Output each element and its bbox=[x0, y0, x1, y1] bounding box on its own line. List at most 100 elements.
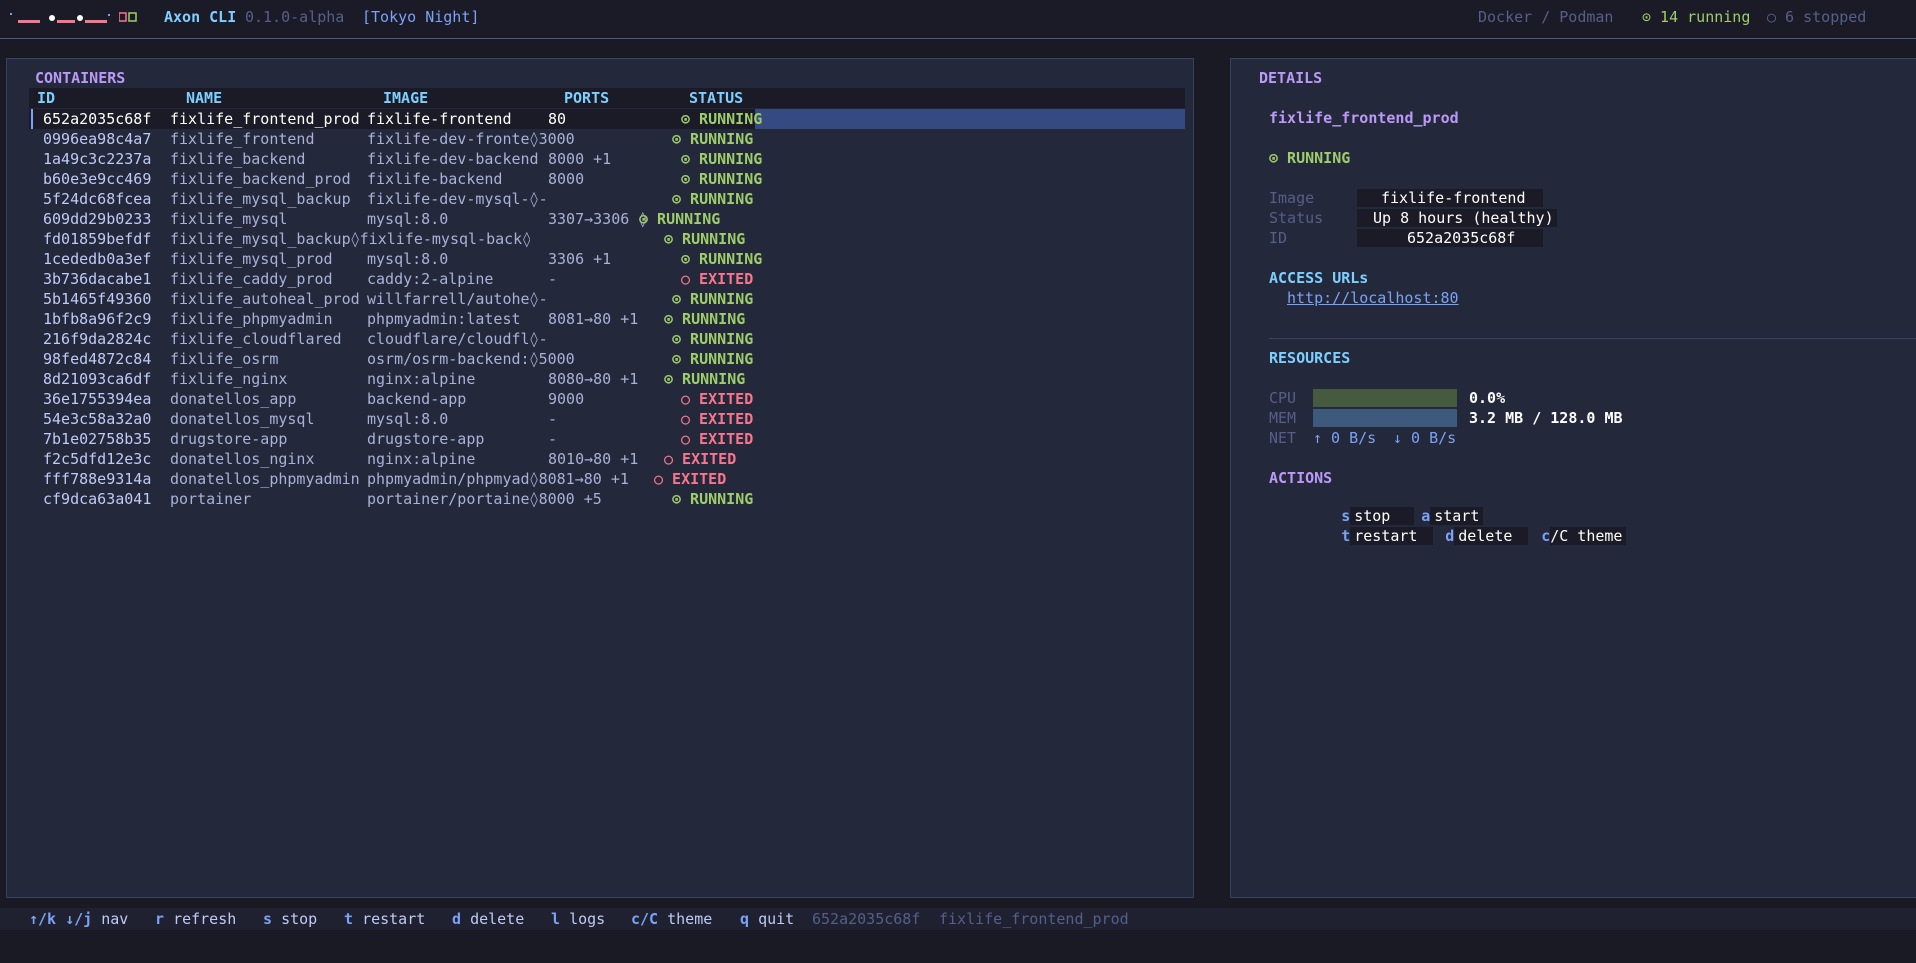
access-url-link[interactable]: http://localhost:80 bbox=[1287, 289, 1459, 307]
table-row[interactable]: cf9dca63a041 portainer portainer/portaine◊… bbox=[29, 489, 1185, 509]
cell-image: fixlife-frontend bbox=[367, 110, 512, 128]
cell-status: ⊙ RUNNING bbox=[681, 250, 763, 268]
cell-image: nginx:alpine bbox=[367, 370, 476, 388]
cell-id: 3b736dacabe1 bbox=[43, 270, 152, 288]
cell-status: ○ EXITED bbox=[664, 450, 737, 468]
cell-name: fixlife_osrm bbox=[170, 350, 279, 368]
cell-id: 8d21093ca6df bbox=[43, 370, 152, 388]
col-id[interactable]: ID bbox=[37, 89, 55, 107]
cell-status: ⊙ RUNNING bbox=[681, 150, 763, 168]
table-row[interactable]: 1a49c3c2237a fixlife_backend fixlife-dev-b… bbox=[29, 149, 1185, 169]
table-row[interactable]: 652a2035c68f fixlife_frontend_prod fixlife… bbox=[29, 109, 1185, 129]
table-row[interactable]: b60e3e9cc469 fixlife_backend_prod fixlife-… bbox=[29, 169, 1185, 189]
access-urls-title: ACCESS URLs bbox=[1269, 269, 1369, 287]
footer-logs[interactable]: l logs bbox=[551, 910, 605, 928]
container-status: ⊙ RUNNING bbox=[1269, 149, 1351, 167]
cell-name: fixlife_backend bbox=[170, 150, 306, 168]
table-row[interactable]: 1cededb0a3ef fixlife_mysql_prod mysql:8.0 3… bbox=[29, 249, 1185, 269]
table-row[interactable]: 36e1755394ea donatellos_app backend-app 900… bbox=[29, 389, 1185, 409]
cell-image: caddy:2-alpine bbox=[367, 270, 494, 288]
net-upload: ↑ 0 B/s bbox=[1313, 429, 1377, 447]
mem-label: MEM bbox=[1269, 409, 1297, 427]
cell-name: fixlife_backend_prod bbox=[170, 170, 351, 188]
cell-image: backend-app bbox=[367, 390, 467, 408]
cell-name: fixlife_mysql_backup◊fixlife-mysql-back◊… bbox=[170, 230, 530, 248]
cell-status: ○ EXITED bbox=[681, 270, 754, 288]
resources-title: RESOURCES bbox=[1269, 349, 1351, 367]
col-status[interactable]: STATUS bbox=[689, 89, 743, 107]
id-value: 652a2035c68f bbox=[1357, 229, 1543, 247]
image-value: fixlife-frontend bbox=[1357, 189, 1543, 207]
cell-status: ○ EXITED bbox=[654, 470, 727, 488]
cell-image: cloudflare/cloudfl◊- bbox=[367, 330, 548, 348]
cell-ports: - bbox=[548, 270, 558, 288]
cell-status: ⊙ RUNNING bbox=[672, 190, 754, 208]
table-row[interactable]: fff788e9314a donatellos_phpmyadmin phpmyad… bbox=[29, 469, 1185, 489]
cell-image: phpmyadmin:latest bbox=[367, 310, 521, 328]
table-row[interactable]: 5f24dc68fcea fixlife_mysql_backup fixlife-… bbox=[29, 189, 1185, 209]
cell-image: nginx:alpine bbox=[367, 450, 476, 468]
actions-title: ACTIONS bbox=[1269, 469, 1333, 487]
footer-label: stop bbox=[281, 910, 318, 928]
footer-label: delete bbox=[470, 910, 525, 928]
table-row[interactable]: 1bfb8a96f2c9 fixlife_phpmyadmin phpmyadmin… bbox=[29, 309, 1185, 329]
cell-status: ⊙ RUNNING bbox=[672, 290, 754, 308]
table-row[interactable]: 98fed4872c84 fixlife_osrm osrm/osrm-backen… bbox=[29, 349, 1185, 369]
cell-ports: 8000 bbox=[548, 170, 585, 188]
action-key: c bbox=[1541, 527, 1551, 545]
cell-status: ○ EXITED bbox=[681, 390, 754, 408]
cell-status: ⊙ RUNNING bbox=[672, 350, 754, 368]
cell-image: fixlife-dev-fronte◊3000 bbox=[367, 130, 575, 148]
cell-id: 54e3c58a32a0 bbox=[43, 410, 152, 428]
col-name[interactable]: NAME bbox=[186, 89, 222, 107]
cell-image: fixlife-dev-backend bbox=[367, 150, 539, 168]
cell-id: b60e3e9cc469 bbox=[43, 170, 152, 188]
cell-status: ⊙ RUNNING bbox=[672, 330, 754, 348]
footer-stop[interactable]: s stop bbox=[263, 910, 317, 928]
cell-ports: 80 bbox=[548, 110, 567, 128]
mem-value: 3.2 MB / 128.0 MB bbox=[1469, 409, 1623, 427]
action-key: d bbox=[1445, 527, 1455, 545]
table-row[interactable]: 5b1465f49360 fixlife_autoheal_prod willfar… bbox=[29, 289, 1185, 309]
stopped-count: ○ 6 stopped bbox=[1767, 8, 1867, 26]
table-row[interactable]: 0996ea98c4a7 fixlife_frontend fixlife-dev-… bbox=[29, 129, 1185, 149]
footer-quit[interactable]: q quit bbox=[740, 910, 794, 928]
footer-nav[interactable]: ↑/k ↓/j nav bbox=[29, 910, 128, 928]
cell-image: osrm/osrm-backend:◊5000 bbox=[367, 350, 575, 368]
table-row[interactable]: fd01859befdf fixlife_mysql_backup◊fixlife… bbox=[29, 229, 1185, 249]
mem-bar bbox=[1313, 409, 1457, 427]
table-row[interactable]: 8d21093ca6df fixlife_nginx nginx:alpine 808… bbox=[29, 369, 1185, 389]
table-row[interactable]: 54e3c58a32a0 donatellos_mysql mysql:8.0 - ○ … bbox=[29, 409, 1185, 429]
cell-name: fixlife_autoheal_prod bbox=[170, 290, 360, 308]
cell-image: mysql:8.0 bbox=[367, 250, 449, 268]
footer-key: q bbox=[740, 910, 750, 928]
cell-id: 1bfb8a96f2c9 bbox=[43, 310, 152, 328]
col-ports[interactable]: PORTS bbox=[564, 89, 609, 107]
footer-theme[interactable]: c/C theme bbox=[631, 910, 712, 928]
table-row[interactable]: 216f9da2824c fixlife_cloudflared cloudflar… bbox=[29, 329, 1185, 349]
cell-image: drugstore-app bbox=[367, 430, 485, 448]
cell-status: ⊙ RUNNING bbox=[681, 170, 763, 188]
table-row[interactable]: f2c5dfd12e3c donatellos_nginx nginx:alpine… bbox=[29, 449, 1185, 469]
table-row[interactable]: 609dd29b0233 fixlife_mysql mysql:8.0 3307→3… bbox=[29, 209, 1185, 229]
footer-refresh[interactable]: r refresh bbox=[155, 910, 236, 928]
footer-key: ↑/k ↓/j bbox=[29, 910, 93, 928]
cell-name: fixlife_phpmyadmin bbox=[170, 310, 333, 328]
footer-restart[interactable]: t restart bbox=[344, 910, 425, 928]
footer-label: refresh bbox=[173, 910, 237, 928]
cell-ports: 8080→80 +1 bbox=[548, 370, 639, 388]
table-row[interactable]: 7b1e02758b35 drugstore-app drugstore-app - ○… bbox=[29, 429, 1185, 449]
table-row[interactable]: 3b736dacabe1 fixlife_caddy_prod caddy:2-al… bbox=[29, 269, 1185, 289]
cell-name: fixlife_caddy_prod bbox=[170, 270, 333, 288]
cell-name: donatellos_phpmyadmin bbox=[170, 470, 360, 488]
cell-id: 652a2035c68f bbox=[43, 110, 152, 128]
status-label: Status bbox=[1269, 209, 1324, 227]
cpu-bar bbox=[1313, 389, 1457, 407]
action-theme[interactable]: c/C theme bbox=[1487, 509, 1627, 563]
cell-ports: 3306 +1 bbox=[548, 250, 612, 268]
col-image[interactable]: IMAGE bbox=[383, 89, 428, 107]
cell-status: ⊙ RUNNING bbox=[664, 230, 746, 248]
details-panel-body: DETAILS fixlife_frontend_prod ⊙ RUNNING … bbox=[1237, 59, 1916, 888]
footer-delete[interactable]: d delete bbox=[452, 910, 524, 928]
grid-icon bbox=[119, 12, 137, 22]
